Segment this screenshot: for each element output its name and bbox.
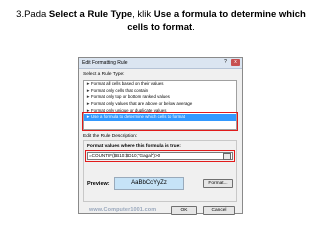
rule-type-label: Format only top or bottom ranked values (91, 94, 170, 100)
rule-type-label: Format all cells based on their values (91, 81, 164, 86)
format-preview: AaBbCcYyZz (114, 177, 184, 190)
dialog-titlebar[interactable]: Edit Formatting Rule ? x (79, 58, 242, 69)
cancel-button[interactable]: Cancel (203, 206, 235, 215)
rule-type-label: Format only values that are above or bel… (91, 101, 193, 107)
dialog-title: Edit Formatting Rule (82, 60, 128, 66)
help-button[interactable]: ? (221, 59, 230, 66)
rule-description-panel: Format values where this formula is true… (83, 140, 237, 202)
ok-button[interactable]: OK (171, 206, 197, 215)
caption-bold-rule-type: Select a Rule Type (48, 9, 133, 20)
select-rule-type-label: Select a Rule Type: (83, 72, 125, 77)
rule-type-item[interactable]: ►Format all cells based on their values (84, 81, 236, 88)
rule-type-label: Format only cells that contain (91, 87, 149, 93)
highlight-rule-type (82, 112, 238, 131)
rule-type-item[interactable]: ►Format only top or bottom ranked values (84, 94, 236, 101)
edit-formatting-rule-dialog: Edit Formatting Rule ? x Select a Rule T… (78, 57, 243, 215)
rule-type-item[interactable]: ►Format only cells that contain (84, 88, 236, 95)
instruction-caption: 3.Pada Select a Rule Type, klik Use a fo… (16, 8, 306, 34)
caption-prefix: 3.Pada (16, 9, 49, 20)
formula-label: Format values where this formula is true… (87, 144, 181, 149)
caption-mid: , klik (132, 9, 154, 20)
caption-bold-use-formula: Use a formula to determine which cells t… (127, 9, 306, 33)
rule-type-item[interactable]: ►Format only values that are above or be… (84, 101, 236, 108)
highlight-formula (85, 150, 235, 162)
edit-description-label: Edit the Rule Description: (83, 134, 138, 139)
format-button[interactable]: Format... (203, 179, 233, 188)
close-button[interactable]: x (231, 59, 240, 66)
watermark: www.Computer1001.com (89, 207, 157, 213)
preview-label: Preview: (87, 181, 110, 187)
caption-suffix: . (192, 22, 195, 33)
